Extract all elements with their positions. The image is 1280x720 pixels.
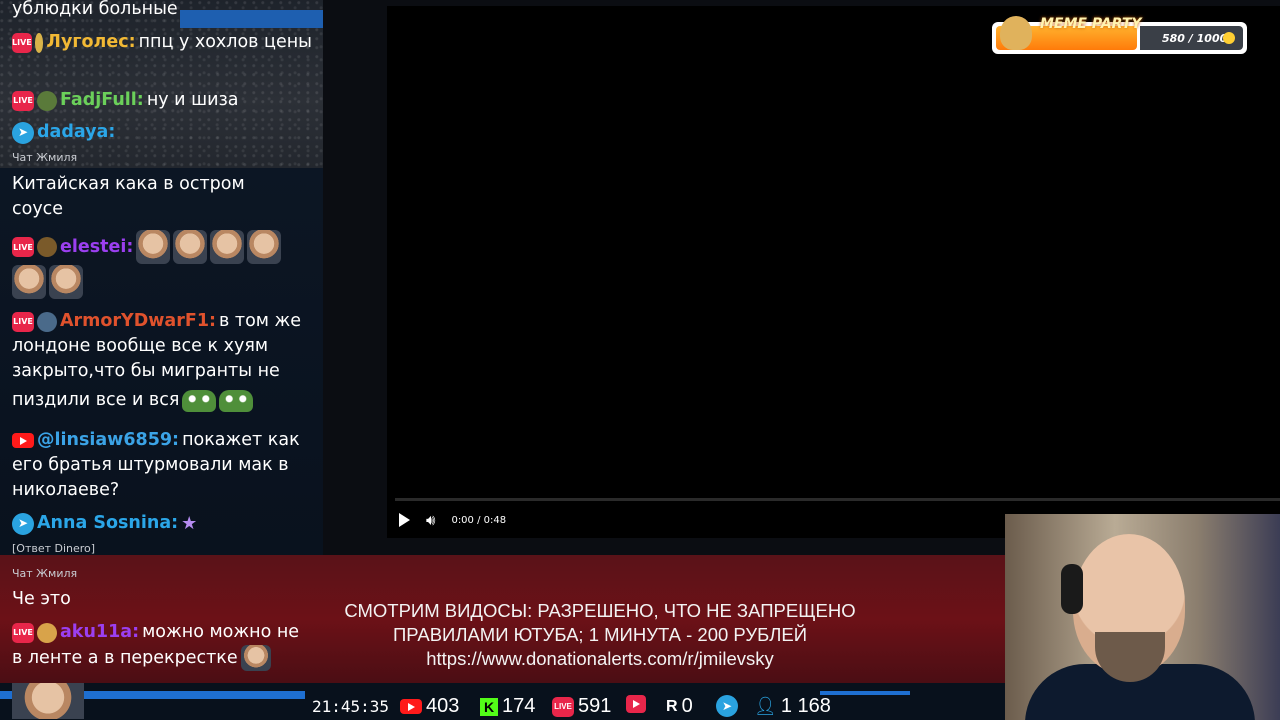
chat-message: LIVE FadjFull: ну и шиза [12, 88, 312, 113]
chat-message-text: ну и шиза [146, 90, 239, 110]
live-badge-icon: LIVE [12, 622, 34, 643]
chat-message: LIVE Луголес: ппц у хохлов цены [12, 30, 312, 55]
chat-source-label: Чат Жмиля [12, 567, 78, 580]
video-time: 0:00 / 0:48 [451, 514, 507, 526]
chat-message-text: Че это [12, 589, 71, 609]
chat-message-text: в том же [219, 311, 302, 331]
chat-username: Луголес: [46, 32, 136, 52]
chat-reply-label: [Ответ Dinero] [12, 542, 96, 555]
chat-message: LIVE ArmorYDwarF1: в том же лондоне вооб… [12, 309, 312, 413]
live-badge-icon: LIVE [552, 696, 574, 717]
player-controls: 🔊︎ 0:00 / 0:48 [399, 511, 506, 529]
face-emote-icon [136, 230, 171, 264]
face-emote-icon [247, 230, 282, 264]
webcam-feed [1005, 514, 1280, 720]
doge-icon [1000, 16, 1032, 50]
chat-username: aku11a: [60, 622, 140, 642]
banner-line: СМОТРИМ ВИДОСЫ: РАЗРЕШЕНО, ЧТО НЕ ЗАПРЕЩ… [344, 600, 856, 621]
chat-message-text: николаеве? [12, 480, 120, 500]
telegram-stat: ➤ [716, 695, 738, 717]
banner-line: ПРАВИЛАМИ ЮТУБА; 1 МИНУТА - 200 РУБЛЕЙ [392, 624, 808, 645]
chat-message: LIVE aku11a: можно можно не в ленте а в … [12, 620, 312, 671]
youtube-icon [400, 699, 422, 714]
chat-message-text: закрыто,что бы мигранты не [12, 361, 280, 381]
coin-icon [1223, 32, 1235, 44]
play-platform-icon [626, 695, 646, 713]
emote-icon [37, 311, 57, 332]
play-icon[interactable] [399, 513, 410, 527]
chat-username: @linsiaw6859: [37, 430, 180, 450]
chat-message: LIVE elestei: [12, 230, 312, 264]
chat-username: dadaya: [37, 122, 116, 142]
meme-party-widget: MEME PARTY 580 / 1000 [992, 16, 1247, 54]
pepe-emote-icon [182, 389, 217, 412]
chat-username: FadjFull: [60, 90, 144, 110]
headset-icon [1061, 564, 1083, 614]
user-icon: 👤︎ [754, 696, 777, 716]
live-badge-icon: LIVE [12, 90, 34, 111]
live-badge-icon: LIVE [12, 237, 34, 257]
youtube-count: 403 [426, 695, 460, 717]
chat-message-text: ппц у хохлов цены [138, 32, 312, 52]
chat-message-text: покажет как [182, 430, 300, 450]
chat-message-text: ублюдки больные [12, 0, 178, 19]
face-emote-icon [49, 265, 83, 299]
chat-message-text: лондоне вообще все к хуям [12, 336, 269, 356]
kick-viewers: K 174 [480, 695, 535, 718]
telegram-icon: ➤ [12, 121, 34, 144]
pepe-emote-icon [219, 389, 254, 412]
chat-message: ➤ dadaya: [12, 120, 312, 145]
play-viewers [626, 695, 646, 713]
chat-message-text: можно можно не [142, 622, 300, 642]
total-viewers: 👤︎ 1 168 [754, 695, 831, 718]
emote-icon [34, 32, 44, 53]
chat-message-text: пиздили все и вся [12, 390, 180, 410]
chat-message-text: его братья штурмовали мак в [12, 455, 289, 475]
chat-message: ублюдки больные [12, 0, 312, 22]
meme-party-title: MEME PARTY [1040, 16, 1142, 32]
chat-message-text: Китайская кака в остром соусе [12, 174, 245, 219]
emote-icon [37, 237, 57, 257]
face-emote-icon [240, 645, 271, 671]
youtube-icon [12, 433, 34, 448]
volume-icon[interactable]: 🔊︎ [426, 511, 435, 529]
chat-source-label: Чат Жмиля [12, 151, 78, 164]
total-viewers-count: 1 168 [780, 695, 831, 717]
chat-message-text: в ленте а в перекрестке [12, 647, 238, 668]
telegram-icon: ➤ [12, 512, 34, 535]
meme-party-count: 580 / 1000 [1162, 32, 1228, 45]
r-platform-icon: R [666, 697, 678, 715]
face-emote-icon [12, 265, 46, 299]
stats-bar-accent [820, 691, 910, 695]
live-viewers: LIVE 591 [552, 695, 611, 718]
chat-username: ArmorYDwarF1: [60, 311, 216, 331]
banner-text: СМОТРИМ ВИДОСЫ: РАЗРЕШЕНО, ЧТО НЕ ЗАПРЕЩ… [300, 599, 900, 671]
chat-username: Anna Sosnina: [37, 513, 179, 533]
r-count: 0 [681, 695, 693, 717]
kick-icon: K [480, 697, 498, 716]
video-progress-bar[interactable] [395, 498, 1280, 501]
banner-link: https://www.donationalerts.com/r/jmilevs… [426, 648, 774, 669]
chat-message: @linsiaw6859: покажет как его братья шту… [12, 428, 312, 503]
kick-count: 174 [502, 695, 536, 717]
face-emote-icon [210, 230, 245, 264]
emote-icon [37, 90, 57, 111]
telegram-icon: ➤ [716, 695, 738, 717]
face-emote-icon [173, 230, 208, 264]
video-player[interactable]: 🔊︎ 0:00 / 0:48 [387, 6, 1280, 538]
chat-username: elestei: [60, 236, 134, 257]
emote-icon [37, 622, 57, 643]
live-badge-icon: LIVE [12, 311, 34, 332]
live-count: 591 [578, 695, 612, 717]
chat-message-emotes [12, 265, 312, 299]
stream-clock: 21:45:35 [312, 697, 390, 716]
chat-message: ➤ Anna Sosnina: ★ [12, 511, 312, 536]
youtube-viewers: 403 [400, 695, 459, 718]
r-viewers: R 0 [666, 695, 693, 718]
star-emote-icon: ★ [181, 513, 198, 534]
face-emote-icon [12, 683, 84, 719]
live-badge-icon: LIVE [12, 32, 32, 53]
